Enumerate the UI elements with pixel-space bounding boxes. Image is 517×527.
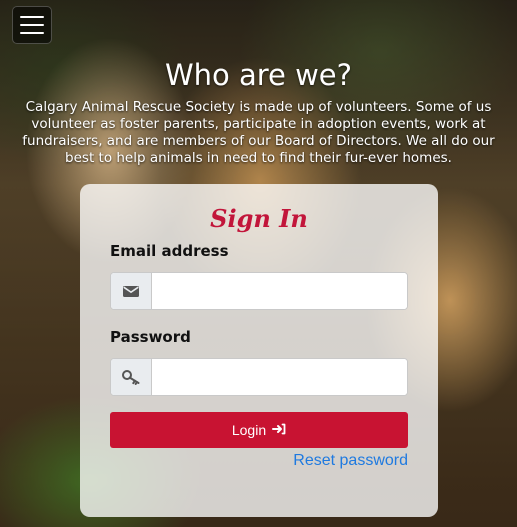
email-field[interactable]	[152, 273, 407, 309]
password-field[interactable]	[152, 359, 407, 395]
login-button-label: Login	[231, 422, 267, 438]
hero-title: Who are we?	[164, 58, 353, 92]
hamburger-menu-icon	[20, 16, 44, 18]
hero-description: Calgary Animal Rescue Society is made up…	[22, 99, 495, 166]
key-icon	[111, 359, 152, 395]
envelope-icon	[111, 273, 152, 309]
hamburger-menu-icon-bar	[20, 32, 44, 34]
email-input-group	[110, 272, 408, 310]
signin-title: Sign In	[210, 204, 308, 233]
password-input-group	[110, 358, 408, 396]
login-button[interactable]: Login	[110, 412, 408, 448]
reset-password-link[interactable]: Reset password	[293, 452, 408, 470]
sign-in-icon	[272, 422, 286, 438]
signin-card: Sign In Email address Password Login Res…	[80, 184, 438, 517]
email-label: Email address	[110, 242, 229, 260]
menu-toggle-button[interactable]	[12, 6, 52, 44]
password-label: Password	[110, 328, 191, 346]
hamburger-menu-icon-bar	[20, 24, 44, 26]
